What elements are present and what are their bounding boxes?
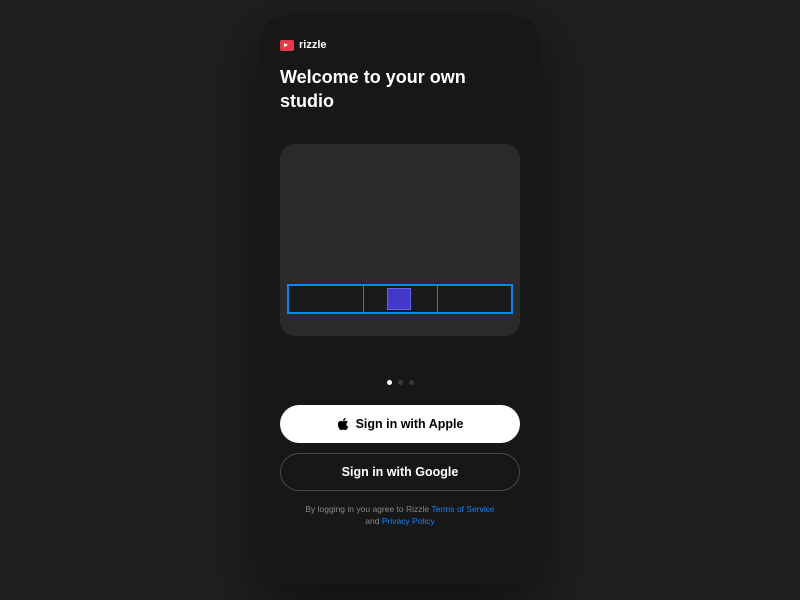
page-dot[interactable] — [398, 380, 403, 385]
legal-text: By logging in you agree to Rizzle Terms … — [280, 503, 520, 529]
apple-icon — [337, 417, 349, 431]
terms-of-service-link[interactable]: Terms of Service — [431, 504, 494, 514]
timeline-clip — [387, 288, 411, 310]
apple-button-label: Sign in with Apple — [356, 417, 464, 431]
page-dot[interactable] — [387, 380, 392, 385]
timeline-divider — [437, 286, 438, 312]
legal-prefix: By logging in you agree to Rizzle — [305, 504, 431, 514]
brand-name: rizzle — [299, 39, 327, 51]
brand-logo-icon — [280, 40, 294, 51]
timeline-track — [287, 284, 513, 314]
onboarding-screen: rizzle Welcome to your own studio Sign i… — [260, 15, 540, 585]
page-indicator — [280, 380, 520, 385]
sign-in-google-button[interactable]: Sign in with Google — [280, 453, 520, 491]
google-button-label: Sign in with Google — [342, 465, 459, 479]
sign-in-apple-button[interactable]: Sign in with Apple — [280, 405, 520, 443]
timeline-outline — [287, 284, 513, 314]
brand-header: rizzle — [280, 39, 520, 51]
timeline-divider — [363, 286, 364, 312]
privacy-policy-link[interactable]: Privacy Policy — [382, 516, 435, 526]
legal-middle: and — [365, 516, 382, 526]
page-dot[interactable] — [409, 380, 414, 385]
page-title: Welcome to your own studio — [280, 65, 520, 114]
onboarding-illustration — [280, 144, 520, 336]
